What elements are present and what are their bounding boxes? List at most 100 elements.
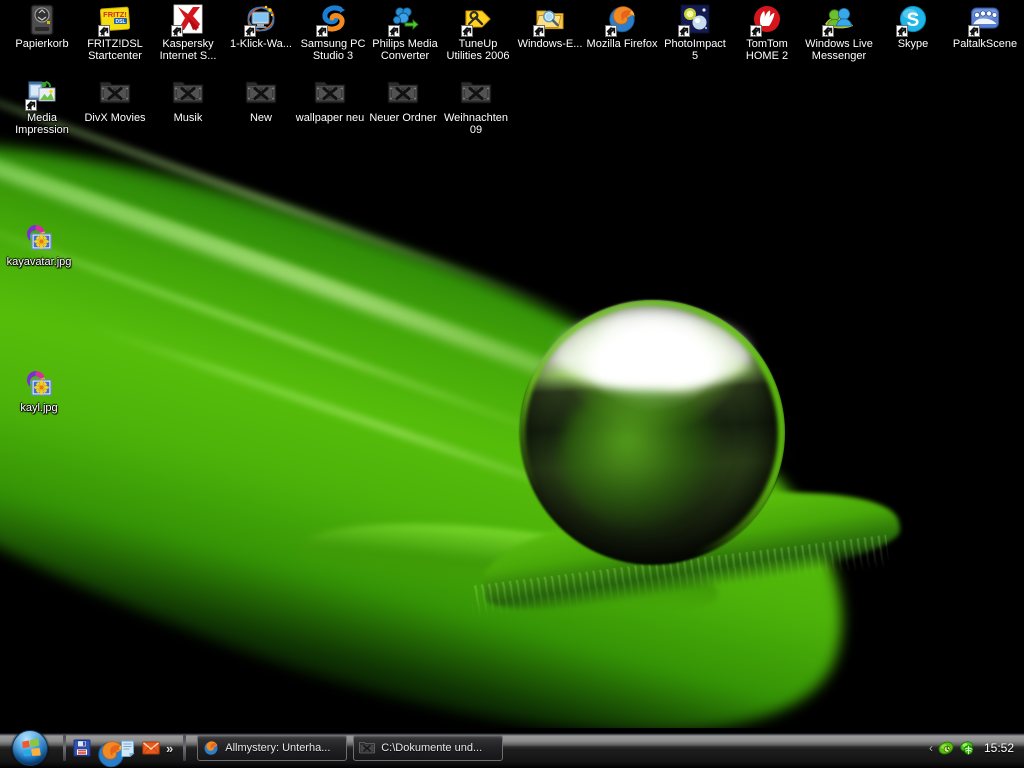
paltalk-scene-icon: [968, 4, 1001, 37]
recycle-bin-icon: [26, 4, 58, 36]
desktop-icon-new[interactable]: New: [224, 78, 298, 124]
desktop-icon-windows-live[interactable]: Windows Live Messenger: [802, 4, 876, 62]
tray-expand-chevron-icon[interactable]: ‹: [929, 741, 933, 755]
taskbar[interactable]: » Allmystery: Unterha... C:\Dokumente un…: [0, 728, 1024, 768]
desktop-icon-label: Neuer Ordner: [369, 112, 437, 124]
desktop-icon-label: TuneUp Utilities 2006: [446, 38, 510, 62]
fritzdsl-icon: FRITZ! DSL: [98, 4, 131, 37]
desktop-icon-fritz-dsl[interactable]: FRITZ! DSL FRITZ!DSL Startcenter: [78, 4, 152, 62]
desktop-icon-tuneup[interactable]: TuneUp Utilities 2006: [441, 4, 515, 62]
shortcut-arrow-icon: [388, 25, 400, 37]
firefox-icon: [605, 4, 638, 37]
svg-text:FRITZ!: FRITZ!: [103, 10, 127, 19]
desktop-icon-label: Samsung PC Studio 3: [300, 38, 366, 62]
folder-icon: [245, 78, 277, 110]
desktop-icon-label: Windows Live Messenger: [805, 38, 873, 62]
desktop-icon-weihnachten[interactable]: Weihnachten 09: [439, 78, 513, 136]
desktop-icon-divx-movies[interactable]: DivX Movies: [78, 78, 152, 124]
shortcut-arrow-icon: [968, 25, 980, 37]
desktop-icon-kaspersky[interactable]: Kaspersky Internet S...: [151, 4, 225, 62]
desktop-icon-musik[interactable]: Musik: [151, 78, 225, 124]
photoimpact-icon: [678, 4, 711, 37]
task-button-list[interactable]: Allmystery: Unterha... C:\Dokumente und.…: [191, 735, 921, 761]
desktop-icon-label: Papierkorb: [15, 38, 69, 50]
shortcut-arrow-icon: [98, 25, 110, 37]
quick-launch-mail-icon[interactable]: [142, 739, 160, 757]
desktop-icon-wallpaper-neu[interactable]: wallpaper neu: [293, 78, 367, 124]
svg-text:DSL: DSL: [116, 19, 126, 25]
philips-media-converter-icon: [388, 4, 421, 37]
desktop-icon-mozilla-firefox[interactable]: Mozilla Firefox: [585, 4, 659, 50]
folder-icon: [460, 78, 492, 110]
taskbar-separator: [63, 735, 66, 761]
desktop-icon-paltalkscene[interactable]: PaltalkScene: [948, 4, 1022, 50]
desktop-icon-label: Kaspersky Internet S...: [159, 38, 217, 62]
desktop-icon-neuer-ordner[interactable]: Neuer Ordner: [366, 78, 440, 124]
desktop-icon-tomtom[interactable]: TomTom HOME 2: [730, 4, 804, 62]
windows-explorer-icon: [533, 4, 566, 37]
media-impression-icon: [25, 78, 58, 111]
desktop-icon-label: wallpaper neu: [295, 112, 365, 124]
shortcut-arrow-icon: [605, 25, 617, 37]
shortcut-arrow-icon: [316, 25, 328, 37]
folder-icon: [314, 78, 346, 110]
desktop-icon-label: Skype: [897, 38, 929, 50]
desktop-icon-label: TomTom HOME 2: [745, 38, 789, 62]
firefox-icon: [203, 740, 219, 756]
desktop-icon-media[interactable]: Media Impression: [5, 78, 79, 136]
desktop[interactable]: Papierkorb FRITZ! DSL FRITZ!DSL Startcent…: [0, 0, 1024, 768]
desktop-icon-samsung-pc[interactable]: Samsung PC Studio 3: [296, 4, 370, 62]
shortcut-arrow-icon: [678, 25, 690, 37]
desktop-icon-label: Mozilla Firefox: [586, 38, 658, 50]
quick-launch-save-icon[interactable]: [73, 739, 91, 757]
desktop-icon-label: kayl.jpg: [20, 402, 58, 414]
desktop-icon-photoimpact[interactable]: PhotoImpact 5: [658, 4, 732, 62]
desktop-icon-label: kayavatar.jpg: [6, 256, 72, 268]
desktop-icon-kayl-jpg[interactable]: kayl.jpg: [2, 368, 76, 414]
folder-icon: [99, 78, 131, 110]
windows-live-messenger-icon: [822, 4, 855, 37]
shortcut-arrow-icon: [25, 99, 37, 111]
tuneup-utilities-icon: [461, 4, 494, 37]
network-tray-icon[interactable]: [959, 740, 975, 756]
samsung-pc-studio-icon: [316, 4, 349, 37]
desktop-icon-label: Weihnachten 09: [443, 112, 508, 136]
shortcut-arrow-icon: [461, 25, 473, 37]
kaspersky-tray-icon[interactable]: [938, 740, 954, 756]
desktop-icon-windows-e[interactable]: Windows-E...: [513, 4, 587, 50]
one-click-wartung-icon: [244, 4, 277, 37]
desktop-icon-papierkorb[interactable]: Papierkorb: [5, 4, 79, 50]
desktop-icon-label: New: [249, 112, 272, 124]
shortcut-arrow-icon: [822, 25, 834, 37]
desktop-icon-kayavatar-jpg[interactable]: kayavatar.jpg: [2, 222, 76, 268]
desktop-icon-philips-media[interactable]: Philips Media Converter: [368, 4, 442, 62]
shortcut-arrow-icon: [171, 25, 183, 37]
start-button[interactable]: [2, 729, 58, 767]
taskbar-separator: [183, 735, 187, 761]
desktop-icon-label: Musik: [173, 112, 203, 124]
task-button-label: Allmystery: Unterha...: [225, 742, 331, 754]
folder-icon: [172, 78, 204, 110]
windows-orb-icon: [12, 730, 48, 766]
shortcut-arrow-icon: [244, 25, 256, 37]
system-tray[interactable]: ‹ 15:52: [921, 734, 1022, 762]
quick-launch-overflow-button[interactable]: »: [160, 741, 178, 756]
task-button[interactable]: C:\Dokumente und...: [353, 735, 504, 761]
desktop-icon-label: Media Impression: [15, 112, 69, 136]
taskbar-clock[interactable]: 15:52: [984, 741, 1016, 755]
water-drop-rim-right: [520, 300, 785, 565]
shortcut-arrow-icon: [533, 25, 545, 37]
jpg-image-icon: [23, 222, 55, 254]
desktop-icon-label: 1-Klick-Wa...: [230, 38, 292, 50]
folder-icon: [359, 740, 376, 756]
quick-launch-firefox-icon[interactable]: [96, 739, 124, 768]
kaspersky-icon: [171, 4, 204, 37]
desktop-icon-skype[interactable]: S Skype: [876, 4, 950, 50]
shortcut-arrow-icon: [750, 25, 762, 37]
desktop-icon-label: Philips Media Converter: [372, 38, 438, 62]
quick-launch-notepad-icon[interactable]: [119, 739, 137, 758]
task-button[interactable]: Allmystery: Unterha...: [197, 735, 348, 761]
quick-launch-bar[interactable]: [71, 739, 160, 768]
desktop-icon-1-klick-wa[interactable]: 1-Klick-Wa...: [224, 4, 298, 50]
tomtom-home-icon: [750, 4, 783, 37]
